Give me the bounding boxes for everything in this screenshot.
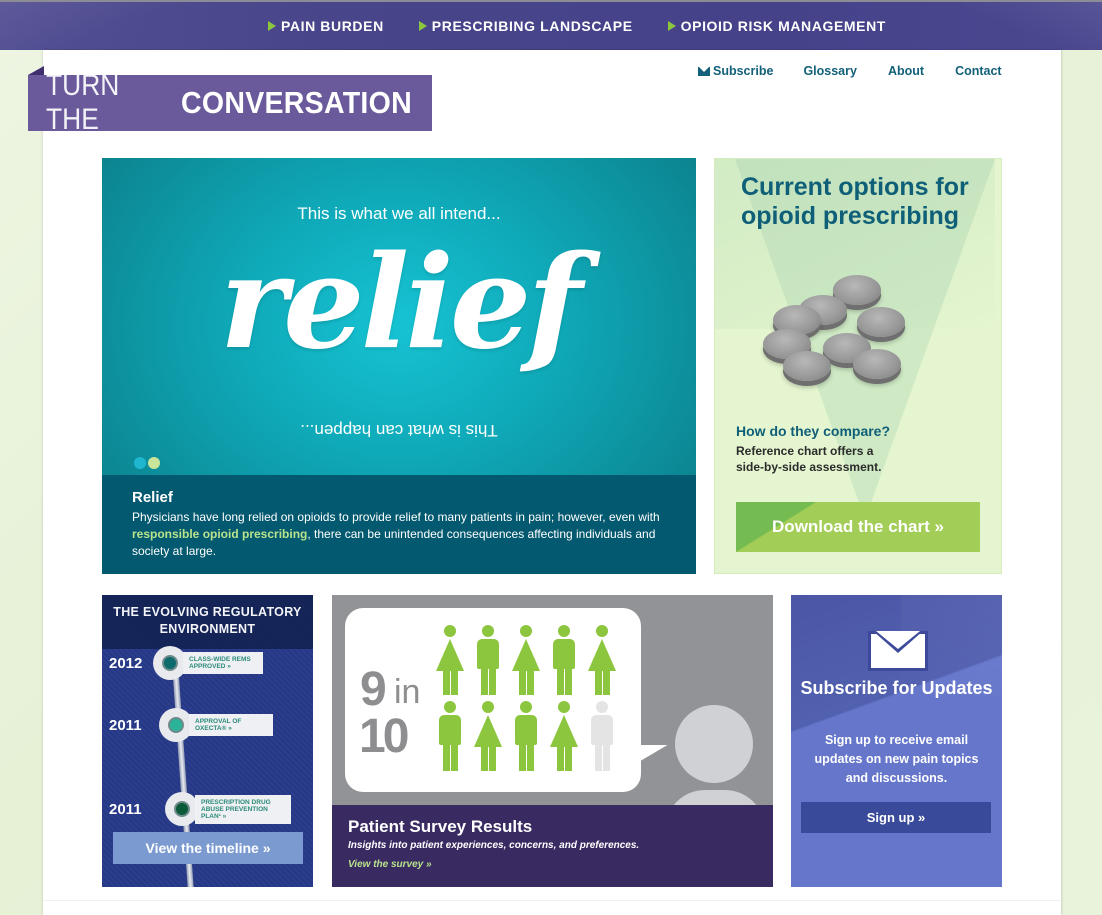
subscribe-link[interactable]: Subscribe [698,64,773,78]
envelope-icon [698,66,710,76]
caption-text-part: Physicians have long relied on opioids t… [132,510,660,524]
carousel-dot-1[interactable] [134,457,146,469]
male-person-icon [473,625,503,695]
hero-caption-title: Relief [132,489,173,506]
pill-icon [783,351,831,381]
hero-caption-text: Physicians have long relied on opioids t… [132,509,666,560]
timeline-node-icon [165,792,199,826]
stat-in: in [394,673,421,711]
nav-item-prescribing-landscape[interactable]: PRESCRIBING LANDSCAPE [418,18,633,34]
timeline-card-header: THE EVOLVING REGULATORY ENVIRONMENT [102,595,313,649]
logo-text-light: TURN THE [46,69,120,136]
triangle-right-icon [418,21,427,31]
view-timeline-button[interactable]: View the timeline » [113,832,303,864]
envelope-icon [868,631,928,671]
survey-caption: Patient Survey Results Insights into pat… [332,805,773,887]
patient-survey-card[interactable]: 9 in 10 Patient Survey Results Insights … [332,595,773,887]
female-person-icon [435,625,465,695]
top-nav-items: PAIN BURDEN PRESCRIBING LANDSCAPE OPIOID… [268,2,921,50]
site-logo[interactable]: TURN THE CONVERSATION [28,69,432,136]
nav-background-facet [962,2,1102,50]
male-person-icon [549,625,579,695]
triangle-right-icon [268,21,276,31]
stat-number: 9 [360,663,387,716]
female-person-icon [549,701,579,771]
timeline-event: 2012 CLASS-WIDE REMS APPROVED » [109,646,263,680]
nav-item-label: OPIOID RISK MANAGEMENT [680,18,886,34]
about-link[interactable]: About [888,64,924,78]
timeline-year: 2012 [109,654,143,672]
download-chart-button[interactable]: Download the chart » [736,502,980,552]
hero-carousel[interactable]: This is what we all intend... relief Thi… [102,158,696,574]
male-person-icon [587,701,617,771]
survey-card-title: Patient Survey Results [348,817,533,836]
hero-top-line: This is what we all intend... [297,204,501,223]
carousel-dots [134,457,162,469]
subscribe-label: Subscribe [713,64,774,78]
timeline-event-label: PRESCRIPTION DRUG ABUSE PREVENTION PLAN¹… [195,794,291,824]
nav-item-opioid-risk-management[interactable]: OPIOID RISK MANAGEMENT [667,18,886,34]
subscribe-card-description: Sign up to receive email updates on new … [814,733,979,785]
timeline-node-icon [159,708,193,742]
options-card-description: Reference chart offers a side-by-side as… [736,444,882,474]
male-person-icon [435,701,465,771]
nav-background-facet [0,2,180,50]
carousel-dot-2-active[interactable] [148,457,160,469]
female-person-icon [473,701,503,771]
options-card-title: Current options for opioid prescribing [741,173,969,230]
hero-caption: Relief Physicians have long relied on op… [102,475,696,574]
view-survey-link[interactable]: View the survey » [348,859,432,870]
prescribing-options-card: Current options for opioid prescribing H… [714,158,1002,574]
timeline-year: 2011 [109,716,142,734]
avatar-head-icon [675,705,753,783]
female-person-icon [587,625,617,695]
timeline-event-label: CLASS-WIDE REMS APPROVED » [183,652,263,674]
timeline-event: 2011 APPROVAL OF OXECTA® » [109,708,273,742]
footer-divider [43,900,1061,901]
contact-link[interactable]: Contact [955,64,1002,78]
timeline-card-title: THE EVOLVING REGULATORY ENVIRONMENT [113,605,302,636]
regulatory-timeline-card[interactable]: THE EVOLVING REGULATORY ENVIRONMENT 2012… [102,595,313,887]
top-navigation: PAIN BURDEN PRESCRIBING LANDSCAPE OPIOID… [0,0,1102,50]
triangle-right-icon [667,21,676,31]
download-chart-label: Download the chart » [772,517,944,536]
utility-navigation: Subscribe Glossary About Contact [698,64,1002,78]
hero-bottom-line-inverted: This is what can happen... [300,421,498,440]
timeline-event-label: APPROVAL OF OXECTA® » [189,714,273,736]
survey-card-description: Insights into patient experiences, conce… [348,840,640,851]
responsible-prescribing-link[interactable]: responsible opioid prescribing [132,527,307,541]
timeline-year: 2011 [109,800,142,818]
nav-item-pain-burden[interactable]: PAIN BURDEN [268,18,384,34]
pills-image [763,267,913,399]
pill-icon [853,349,901,379]
hero-ambigram-word: relief [219,228,583,378]
subscribe-card: Subscribe for Updates Sign up to receive… [791,595,1002,887]
female-person-icon [511,625,541,695]
subscribe-card-title: Subscribe for Updates [800,678,993,698]
glossary-link[interactable]: Glossary [803,64,857,78]
sign-up-button[interactable]: Sign up » [801,802,991,833]
options-card-subtitle: How do they compare? [736,423,891,439]
male-person-icon [511,701,541,771]
logo-text-bold: CONVERSATION [180,85,412,120]
nav-item-label: PRESCRIBING LANDSCAPE [431,18,633,34]
timeline-node-icon [153,646,187,680]
stat-total: 10 [359,710,409,763]
pill-icon [857,307,905,337]
nav-item-label: PAIN BURDEN [281,18,384,34]
timeline-event: 2011 PRESCRIPTION DRUG ABUSE PREVENTION … [109,792,291,826]
logo-ribbon-fold [28,66,44,75]
